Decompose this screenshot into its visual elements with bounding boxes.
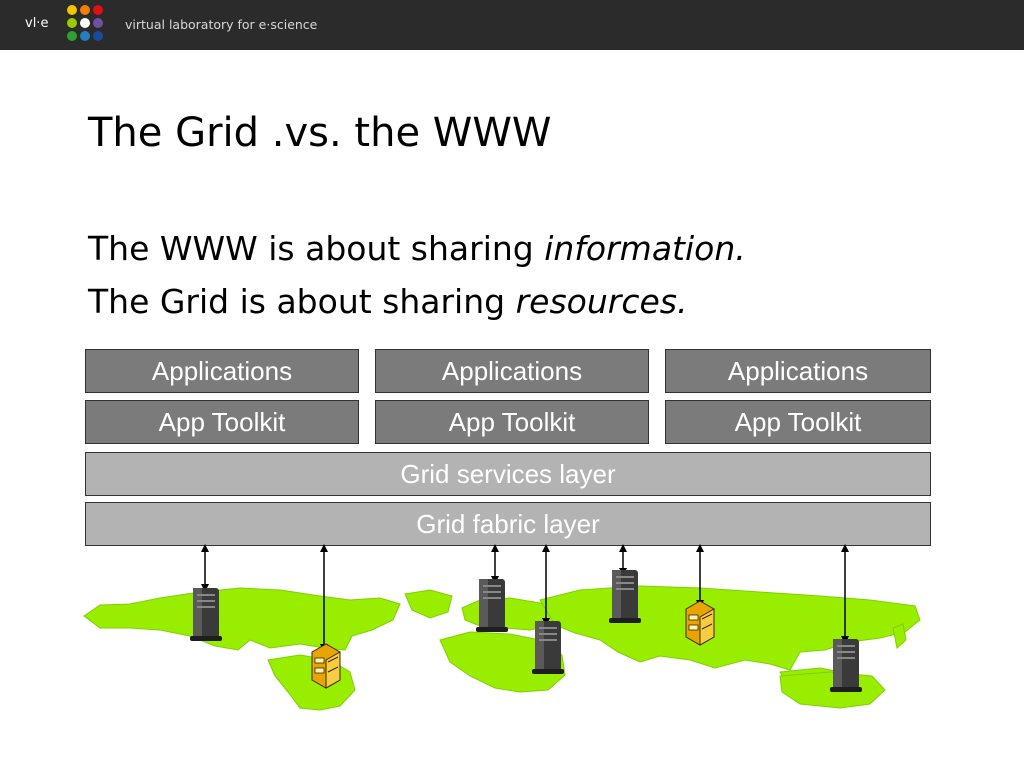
server-tower-icon [190,588,222,641]
server-tower-icon [532,621,564,674]
file-cabinet-icon [685,600,715,646]
world-map [83,544,921,711]
file-cabinet-icon [311,643,341,689]
server-tower-icon [476,579,508,632]
server-tower-icon [830,639,862,692]
server-tower-icon [609,570,641,623]
